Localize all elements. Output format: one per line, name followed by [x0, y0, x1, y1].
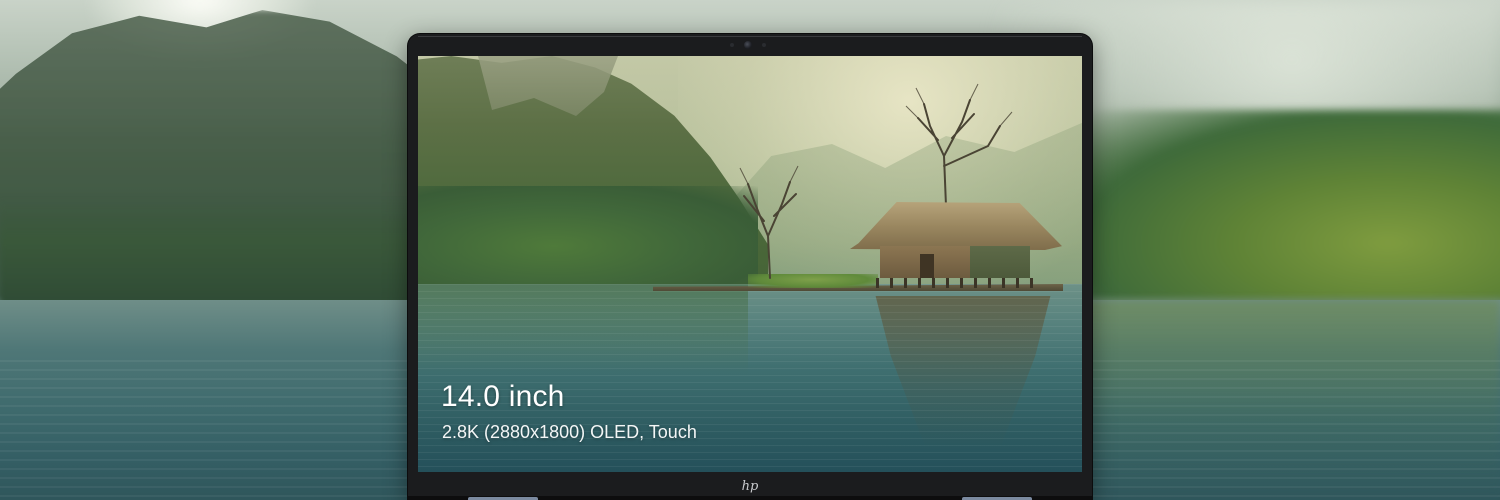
camera-sensor-right: [762, 43, 766, 47]
webcam-icon: [744, 41, 752, 49]
laptop: 14.0 inch 2.8K (2880x1800) OLED, Touch h…: [408, 34, 1092, 500]
hut-door: [920, 254, 934, 278]
hut-stilts: [876, 278, 1036, 288]
hp-logo-icon: hp: [741, 478, 759, 494]
laptop-screen: 14.0 inch 2.8K (2880x1800) OLED, Touch: [418, 56, 1082, 472]
background-shore-trees: [0, 200, 420, 305]
screen-size-heading: 14.0 inch: [441, 380, 565, 413]
hut-side-wall: [970, 246, 1030, 278]
thatched-roof: [850, 202, 1062, 250]
stilt-hut: [850, 202, 1062, 288]
bezel-highlight: [418, 36, 1082, 37]
display-spec-text: 2.8K (2880x1800) OLED, Touch: [442, 422, 697, 442]
background-trees: [1080, 110, 1500, 300]
camera-sensor-left: [730, 43, 734, 47]
